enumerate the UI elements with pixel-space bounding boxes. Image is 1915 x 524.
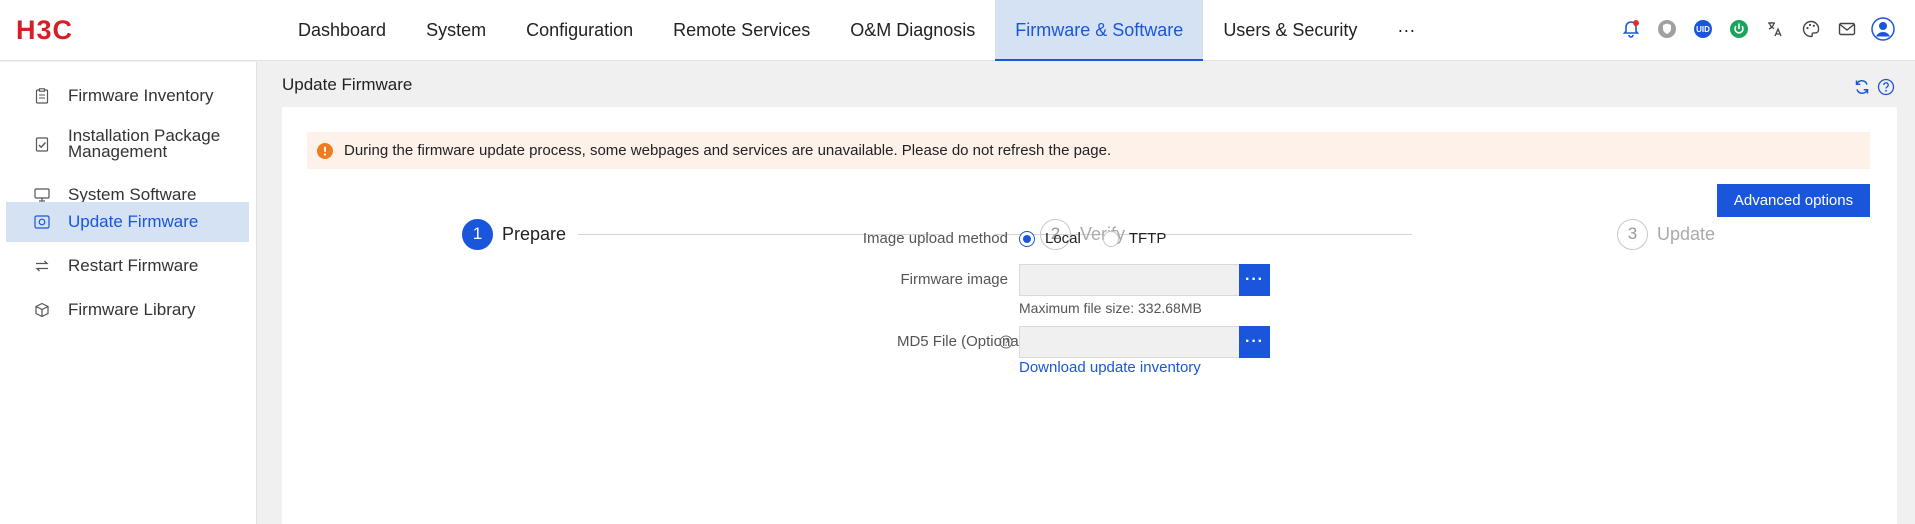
- radio-tftp-label: TFTP: [1128, 230, 1167, 247]
- nav-remote-services[interactable]: Remote Services: [653, 0, 830, 61]
- sidebar-item-label: Restart Firmware: [68, 256, 199, 275]
- svg-text:H3C: H3C: [16, 16, 73, 44]
- radio-local-label: Local: [1045, 230, 1081, 247]
- radio-tftp-dot[interactable]: [1102, 230, 1119, 247]
- nav-system[interactable]: System: [406, 0, 506, 61]
- step-label: Prepare: [502, 223, 567, 244]
- firmware-image-browse-button[interactable]: ···: [1239, 264, 1270, 296]
- uid-text: UID: [1696, 25, 1710, 34]
- step-prepare: 1 Prepare: [462, 218, 566, 250]
- top-bar: H3C Dashboard System Configuration Remot…: [0, 0, 1915, 61]
- sidebar-item-label: System Software: [68, 185, 197, 204]
- h3c-logo[interactable]: H3C: [16, 16, 108, 44]
- sidebar-item-update-firmware[interactable]: Update Firmware: [6, 202, 249, 242]
- help-icon[interactable]: [1877, 78, 1895, 96]
- step-label: Update: [1657, 223, 1716, 244]
- firmware-image-input[interactable]: [1019, 264, 1239, 296]
- bell-icon[interactable]: [1619, 17, 1643, 41]
- step-update: 3 Update: [1617, 218, 1715, 250]
- md5-file-input[interactable]: [1019, 326, 1239, 358]
- nav-more[interactable]: ···: [1377, 0, 1435, 61]
- library-icon: [34, 302, 50, 318]
- update-icon: [34, 214, 50, 230]
- power-icon[interactable]: [1727, 17, 1751, 41]
- language-icon[interactable]: [1763, 17, 1787, 41]
- md5-help-icon[interactable]: [999, 335, 1013, 349]
- upload-method-label: Image upload method: [862, 230, 1008, 247]
- header-actions: UID: [1619, 17, 1895, 41]
- package-icon: [34, 136, 50, 152]
- md5-file-browse-button[interactable]: ···: [1239, 326, 1270, 358]
- page-title: Update Firmware: [282, 75, 413, 94]
- sidebar-item-label: Firmware Inventory: [68, 86, 214, 105]
- step-number: 1: [462, 218, 493, 250]
- upload-method-radio-group: Local TFTP: [1019, 230, 1188, 247]
- sidebar-item-label: Firmware Library: [68, 300, 196, 319]
- sidebar-item-firmware-library[interactable]: Firmware Library: [6, 290, 249, 330]
- restart-icon: [34, 258, 50, 274]
- max-file-size-hint: Maximum file size: 332.68MB: [1019, 300, 1202, 316]
- nav-users-security[interactable]: Users & Security: [1203, 0, 1377, 61]
- user-avatar-icon[interactable]: [1871, 17, 1895, 41]
- sidebar-item-label: Update Firmware: [68, 212, 199, 231]
- advanced-options-button[interactable]: Advanced options: [1717, 184, 1870, 217]
- alert-text: During the firmware update process, some…: [344, 142, 1112, 159]
- uid-icon[interactable]: UID: [1691, 17, 1715, 41]
- radio-tftp[interactable]: TFTP: [1102, 230, 1167, 247]
- sidebar-item-label: Installation Package Management: [68, 126, 221, 161]
- nav-firmware-software[interactable]: Firmware & Software: [995, 0, 1204, 61]
- sidebar-item-installation-package[interactable]: Installation Package Management: [6, 118, 249, 170]
- nav-configuration[interactable]: Configuration: [506, 0, 653, 61]
- step-number: 3: [1617, 218, 1648, 250]
- firmware-image-label: Firmware image: [900, 271, 1008, 288]
- sidebar-item-firmware-inventory[interactable]: Firmware Inventory: [6, 74, 249, 118]
- mail-icon[interactable]: [1835, 17, 1859, 41]
- inventory-icon: [34, 88, 50, 104]
- nav-om-diagnosis[interactable]: O&M Diagnosis: [830, 0, 995, 61]
- download-update-inventory-link[interactable]: Download update inventory: [1019, 359, 1201, 376]
- warning-alert: During the firmware update process, some…: [307, 132, 1870, 169]
- radio-local[interactable]: Local: [1019, 230, 1081, 247]
- warning-icon: [317, 142, 333, 159]
- radio-local-dot[interactable]: [1019, 230, 1035, 247]
- sidebar: Firmware Inventory Installation Package …: [0, 62, 257, 524]
- nav-dashboard[interactable]: Dashboard: [278, 0, 406, 61]
- refresh-icon[interactable]: [1853, 78, 1871, 96]
- monitor-icon: [34, 187, 50, 203]
- sidebar-item-restart-firmware[interactable]: Restart Firmware: [6, 246, 249, 286]
- main-nav: Dashboard System Configuration Remote Se…: [278, 0, 1435, 61]
- update-firmware-panel: During the firmware update process, some…: [282, 107, 1897, 524]
- palette-icon[interactable]: [1799, 17, 1823, 41]
- shield-icon[interactable]: [1655, 17, 1679, 41]
